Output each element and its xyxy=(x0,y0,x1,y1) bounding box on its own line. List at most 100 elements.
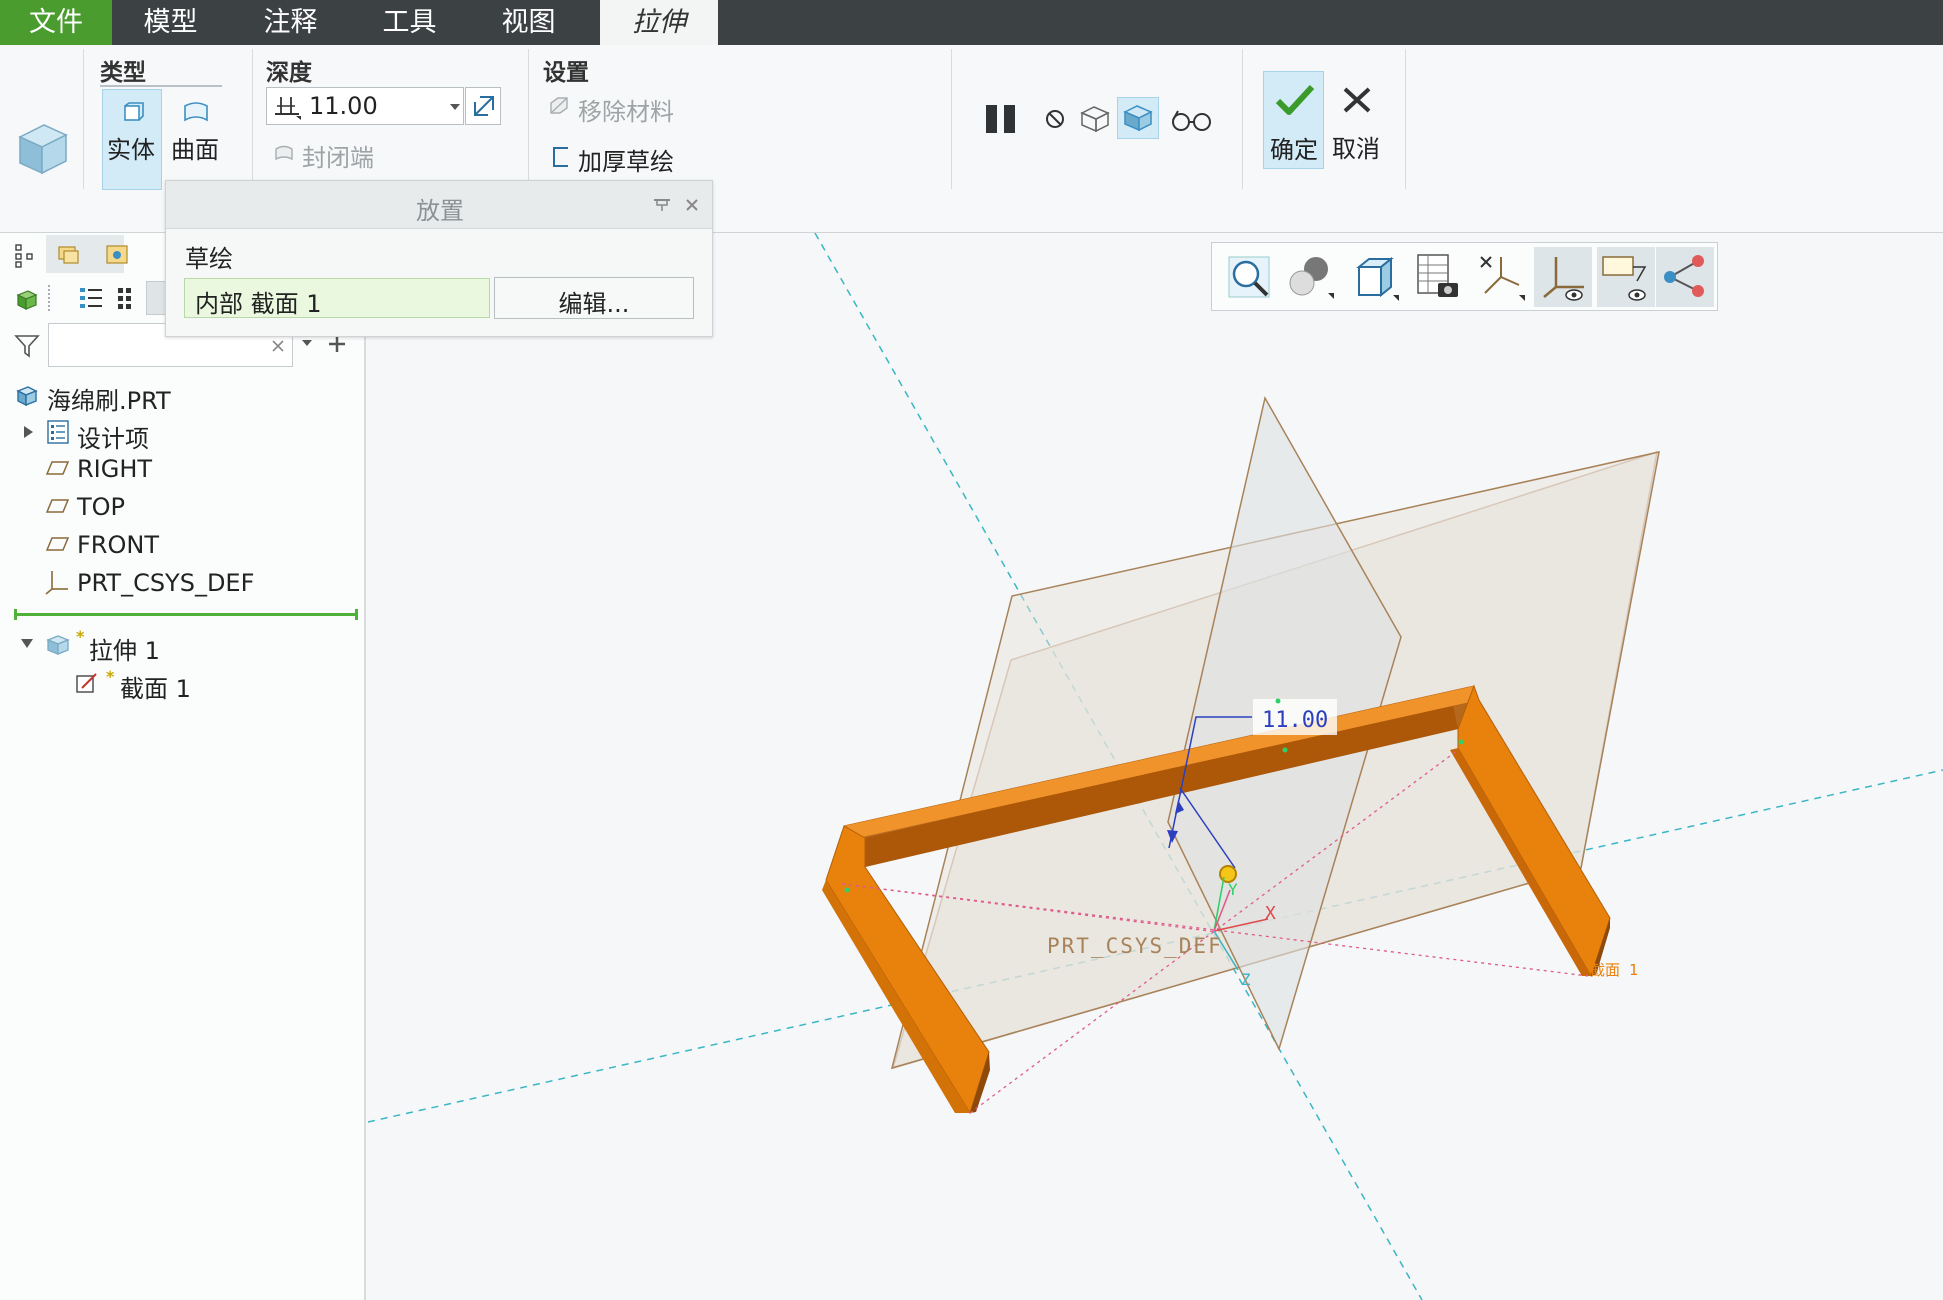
flip-direction-icon xyxy=(474,96,494,116)
depth-value-field[interactable]: 11.00 xyxy=(266,87,464,125)
zoom-fit-icon xyxy=(1228,256,1270,298)
sketch-collector-value: 内部 截面 1 xyxy=(195,290,322,318)
datum-plane-icon xyxy=(46,461,70,475)
edit-sketch-label: 编辑... xyxy=(558,290,630,318)
no-preview-icon[interactable] xyxy=(1043,107,1067,131)
remove-material-icon xyxy=(550,97,568,114)
cancel-button[interactable]: 取消 xyxy=(1328,71,1388,169)
depth-value[interactable]: 11.00 xyxy=(309,92,378,120)
tree-item-section-1[interactable]: 截面 1 xyxy=(120,669,191,704)
chevron-down-icon[interactable] xyxy=(449,102,461,112)
csys-axis-x-label: X xyxy=(1265,903,1276,924)
tree-item-design-items[interactable]: 设计项 xyxy=(77,419,149,454)
close-icon[interactable] xyxy=(684,197,700,213)
remove-material-option[interactable]: 移除材料 xyxy=(578,92,674,127)
refit-button[interactable] xyxy=(1219,247,1277,307)
type-group-title: 类型 xyxy=(100,60,146,86)
verify-glasses-icon[interactable] xyxy=(1170,107,1214,133)
tree-item-top[interactable]: TOP xyxy=(77,493,125,521)
favorites-tab-icon[interactable] xyxy=(104,241,130,267)
solid-type-button[interactable]: 实体 xyxy=(102,89,162,190)
app-window: 文件 模型 注释 工具 视图 拉伸 类型 实体 曲面 深度 11.00 封闭端 … xyxy=(0,0,1943,1300)
extrude-tree-icon xyxy=(46,635,70,655)
cancel-label: 取消 xyxy=(1332,135,1380,163)
model-tree-tab-icon[interactable] xyxy=(14,243,36,269)
placement-panel-header: 放置 xyxy=(166,181,712,229)
surface-type-button[interactable]: 曲面 xyxy=(164,89,224,169)
search-dropdown-icon[interactable] xyxy=(300,337,314,349)
depth-group-title: 深度 xyxy=(266,60,312,86)
ok-button[interactable]: 确定 xyxy=(1263,71,1324,169)
csys-display-button[interactable] xyxy=(1534,247,1592,307)
csys-axis-y-label: Y xyxy=(1228,880,1238,899)
model-display-icon[interactable] xyxy=(14,285,40,311)
thicken-sketch-option[interactable]: 加厚草绘 xyxy=(578,142,674,177)
view-manager-button[interactable] xyxy=(1408,247,1466,307)
annotation-display-button[interactable] xyxy=(1597,247,1655,307)
section-tag: 截面 1 xyxy=(1590,961,1638,979)
shading-spheres-icon xyxy=(1289,257,1334,299)
model-scene[interactable]: 11.00 X Y Z PRT_CSYS_DEF 截面 1 xyxy=(368,233,1943,1300)
tree-item-front[interactable]: FRONT xyxy=(77,531,159,559)
surface-icon xyxy=(184,102,208,122)
capped-ends-option[interactable]: 封闭端 xyxy=(302,138,374,173)
display-style-button[interactable] xyxy=(1282,247,1340,307)
coordinate-system-icon xyxy=(45,571,68,595)
menu-view[interactable]: 视图 xyxy=(476,0,581,45)
tree-item-csys[interactable]: PRT_CSYS_DEF xyxy=(77,569,254,597)
menu-model[interactable]: 模型 xyxy=(118,0,223,45)
new-feature-marker: * xyxy=(76,627,85,646)
cube-view-icon xyxy=(1356,256,1399,301)
new-section-marker: * xyxy=(106,667,115,686)
design-items-icon xyxy=(47,420,69,444)
pause-icon[interactable] xyxy=(984,101,1020,137)
ok-label: 确定 xyxy=(1270,136,1318,164)
sketch-label: 草绘 xyxy=(185,245,233,273)
clear-search-icon[interactable] xyxy=(271,339,285,353)
tree-root-part[interactable]: 海绵刷.PRT xyxy=(47,381,171,416)
spin-center-button[interactable] xyxy=(1656,247,1714,307)
csys-axis-z-label: Z xyxy=(1241,970,1251,989)
placement-panel: 放置 草绘 内部 截面 1 编辑... xyxy=(165,180,713,337)
expand-arrow-icon[interactable] xyxy=(22,425,34,439)
sketch-collector[interactable]: 内部 截面 1 xyxy=(184,278,490,318)
datum-plane-icon xyxy=(46,499,70,513)
sketch-icon xyxy=(76,673,97,693)
menu-extrude-tab[interactable]: 拉伸 xyxy=(600,0,718,45)
geometry-preview-button[interactable] xyxy=(1117,97,1159,139)
folder-browser-tab-icon[interactable] xyxy=(56,241,82,267)
datum-filter-icon xyxy=(1480,256,1525,301)
menu-tools[interactable]: 工具 xyxy=(357,0,462,45)
capped-ends-icon xyxy=(275,145,293,161)
thicken-sketch-icon xyxy=(553,147,568,167)
menu-file[interactable]: 文件 xyxy=(0,0,112,45)
menu-annotate[interactable]: 注释 xyxy=(238,0,343,45)
separate-preview-icon[interactable] xyxy=(1078,103,1112,135)
csys-label: PRT_CSYS_DEF xyxy=(1047,934,1223,958)
menu-bar: 文件 模型 注释 工具 视图 拉伸 xyxy=(0,0,1943,45)
graphics-toolbar xyxy=(1211,242,1718,311)
edit-sketch-button[interactable]: 编辑... xyxy=(494,277,694,319)
tree-columns-icon[interactable] xyxy=(116,285,134,311)
spin-center-icon xyxy=(1664,255,1704,297)
placement-panel-title: 放置 xyxy=(416,197,464,225)
csys-display-icon xyxy=(1543,257,1584,301)
flip-direction-button[interactable] xyxy=(465,87,501,125)
annotation-display-icon xyxy=(1602,256,1647,301)
settings-group-title: 设置 xyxy=(543,60,589,86)
saved-views-button[interactable] xyxy=(1345,247,1403,307)
tree-item-extrude-1[interactable]: 拉伸 1 xyxy=(89,631,160,666)
filter-icon[interactable] xyxy=(14,333,40,359)
datum-display-filters-button[interactable] xyxy=(1471,247,1529,307)
graphics-viewport[interactable]: 11.00 X Y Z PRT_CSYS_DEF 截面 1 xyxy=(368,233,1943,1300)
view-manager-icon xyxy=(1417,254,1458,297)
tree-settings-icon[interactable] xyxy=(78,285,104,311)
surface-label: 曲面 xyxy=(171,136,219,164)
collapse-arrow-icon[interactable] xyxy=(20,637,34,649)
depth-dimension-value[interactable]: 11.00 xyxy=(1262,708,1328,733)
solid-icon xyxy=(124,102,144,121)
blind-depth-icon[interactable] xyxy=(272,94,302,120)
pin-icon[interactable] xyxy=(652,197,672,213)
insert-here-marker[interactable] xyxy=(16,613,358,616)
tree-item-right[interactable]: RIGHT xyxy=(77,455,152,483)
